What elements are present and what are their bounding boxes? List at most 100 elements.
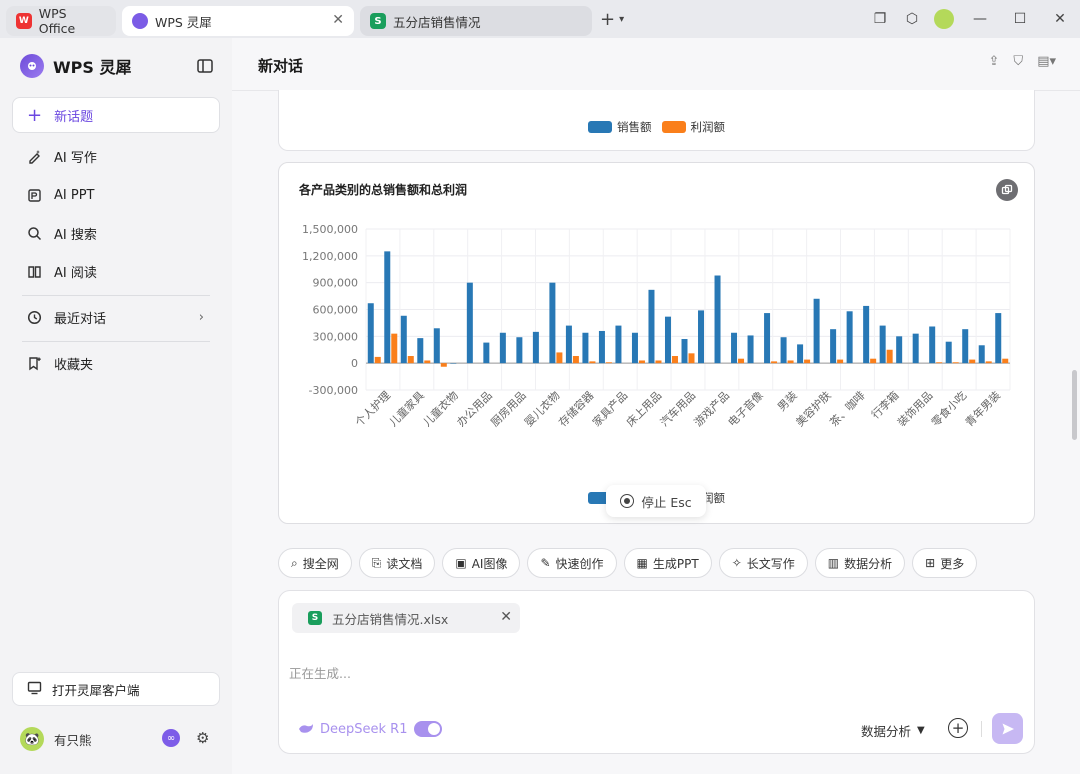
search-icon [26, 225, 42, 241]
bar-sales [664, 316, 671, 364]
export-doc-icon[interactable]: ▤▾ [1037, 54, 1056, 69]
bar-sales [433, 328, 440, 364]
tool-read-doc[interactable]: ⎘ 读文档 [358, 548, 436, 578]
image-icon: ▣ [455, 556, 467, 570]
x-tick-label: 床上用品 [623, 388, 664, 429]
divider [22, 341, 210, 342]
bar-sales [648, 289, 655, 364]
tab-wps-office[interactable]: W WPS Office [6, 6, 116, 36]
tab-label: WPS Office [38, 6, 76, 36]
bar-profit [985, 361, 992, 364]
lingxi-logo-icon [132, 13, 148, 29]
bar-sales [813, 298, 820, 364]
close-icon[interactable]: ✕ [332, 12, 344, 28]
window-switch-icon[interactable]: ❐ [864, 4, 896, 34]
bookmark-add-icon[interactable]: ⛉ [1013, 54, 1023, 69]
bar-profit [771, 361, 778, 364]
tool-label: 生成PPT [652, 556, 699, 571]
main-panel: 新对话 ⇪ ⛉ ▤▾ 销售额 利润额 各产品类别的总销售额和总利润 1,500,… [232, 38, 1080, 774]
tool-long-writing[interactable]: ✧ 长文写作 [718, 548, 808, 578]
bar-profit [589, 361, 596, 364]
x-tick-label: 男装 [775, 389, 800, 414]
remove-file-icon[interactable]: ✕ [500, 609, 512, 625]
sidebar-item-ai-reading[interactable]: AI 阅读 [12, 254, 220, 288]
tab-spreadsheet[interactable]: S 五分店销售情况 [360, 6, 592, 36]
title-bar: W WPS Office WPS 灵犀 ✕ S 五分店销售情况 + ▾ ❐ ⬡ … [0, 0, 1080, 38]
plus-icon: + [27, 104, 43, 126]
model-toggle[interactable]: DeepSeek R1 [290, 715, 450, 743]
sidebar-item-recent[interactable]: 最近对话 › [12, 300, 220, 334]
x-tick-label: 美容护肤 [793, 388, 834, 429]
tool-label: AI图像 [471, 556, 508, 571]
bar-profit [605, 362, 612, 364]
tab-label: 五分店销售情况 [393, 14, 481, 30]
y-tick-label: -300,000 [309, 384, 358, 397]
send-button[interactable] [992, 713, 1023, 744]
bar-profit [1002, 358, 1009, 364]
tool-more[interactable]: ⊞ 更多 [912, 548, 978, 578]
bar-profit [374, 356, 381, 364]
chevron-right-icon: › [198, 309, 204, 325]
share-icon[interactable]: ⇪ [989, 54, 1000, 69]
user-avatar-icon[interactable] [928, 4, 960, 34]
link-icon[interactable]: ∞ [162, 729, 180, 747]
x-tick-label: 装饰用品 [894, 388, 935, 429]
maximize-icon[interactable]: ☐ [1000, 4, 1040, 34]
new-tab-icon[interactable]: + [600, 9, 615, 30]
gear-icon[interactable]: ⚙ [196, 729, 209, 747]
sidebar-item-ai-search[interactable]: AI 搜索 [12, 216, 220, 250]
sidebar-item-favorites[interactable]: 收藏夹 [12, 346, 220, 380]
clock-icon [26, 309, 42, 325]
bar-profit [787, 360, 794, 364]
bar-profit [969, 359, 976, 364]
tool-quick-create[interactable]: ✎ 快速创作 [527, 548, 617, 578]
minimize-icon[interactable]: — [960, 4, 1000, 34]
bar-profit [671, 356, 678, 364]
close-window-icon[interactable]: ✕ [1040, 4, 1080, 34]
tool-data-analysis[interactable]: ▥ 数据分析 [814, 548, 906, 578]
sidebar-item-ai-writing[interactable]: AI 写作 [12, 139, 220, 173]
cube-icon[interactable]: ⬡ [896, 4, 928, 34]
user-profile[interactable]: 🐼 有只熊 ∞ ⚙ [20, 726, 220, 752]
composer[interactable]: S 五分店销售情况.xlsx ✕ 正在生成... DeepSeek R1 数据分… [278, 590, 1035, 754]
open-client-label: 打开灵犀客户端 [52, 682, 140, 698]
mode-select[interactable]: 数据分析 ▼ [861, 721, 925, 740]
tab-wps-lingxi[interactable]: WPS 灵犀 ✕ [122, 6, 354, 36]
chart-card: 各产品类别的总销售额和总利润 1,500,000 1,200,000 900,000… [278, 162, 1035, 524]
add-attachment-icon[interactable]: + [948, 718, 968, 738]
model-switch[interactable] [414, 721, 443, 737]
stop-generation-button[interactable]: 停止 Esc [606, 485, 706, 517]
x-tick-label: 电子音像 [725, 388, 766, 429]
bar-profit [424, 360, 431, 364]
sidebar-item-label: 收藏夹 [54, 357, 94, 373]
scrollbar[interactable] [1072, 370, 1077, 440]
spreadsheet-icon: S [308, 611, 322, 625]
y-tick-label: 600,000 [313, 304, 359, 317]
y-tick-label: 1,500,000 [302, 223, 358, 236]
sidebar-toggle-icon[interactable] [196, 58, 214, 74]
legend-label-profit: 利润额 [690, 120, 726, 134]
model-name: DeepSeek R1 [320, 721, 408, 737]
send-icon [1002, 723, 1014, 734]
bar-sales [499, 332, 506, 364]
bar-profit [837, 359, 844, 364]
bar-sales [912, 333, 919, 364]
tool-ai-image[interactable]: ▣ AI图像 [442, 548, 521, 578]
open-client-button[interactable]: 打开灵犀客户端 [12, 672, 220, 706]
tool-generate-ppt[interactable]: ▦ 生成PPT [623, 548, 712, 578]
sidebar-item-ai-ppt[interactable]: AI PPT [12, 178, 220, 212]
stop-label: 停止 Esc [641, 494, 692, 510]
x-tick-label: 办公用品 [454, 389, 494, 429]
new-topic-button[interactable]: + 新话题 [12, 97, 220, 133]
tool-web-search[interactable]: ⌕ 搜全网 [278, 548, 352, 578]
bar-sales [978, 345, 985, 364]
sidebar-item-label: AI PPT [54, 187, 95, 203]
bar-sales [367, 303, 374, 364]
bar-sales [945, 341, 952, 364]
bar-sales [598, 330, 605, 364]
x-tick-label: 青年男装 [962, 388, 1003, 429]
chevron-down-icon[interactable]: ▾ [619, 14, 624, 25]
bar-sales [780, 337, 787, 364]
attached-file[interactable]: S 五分店销售情况.xlsx ✕ [292, 603, 520, 633]
chevron-down-icon: ▼ [917, 725, 925, 736]
